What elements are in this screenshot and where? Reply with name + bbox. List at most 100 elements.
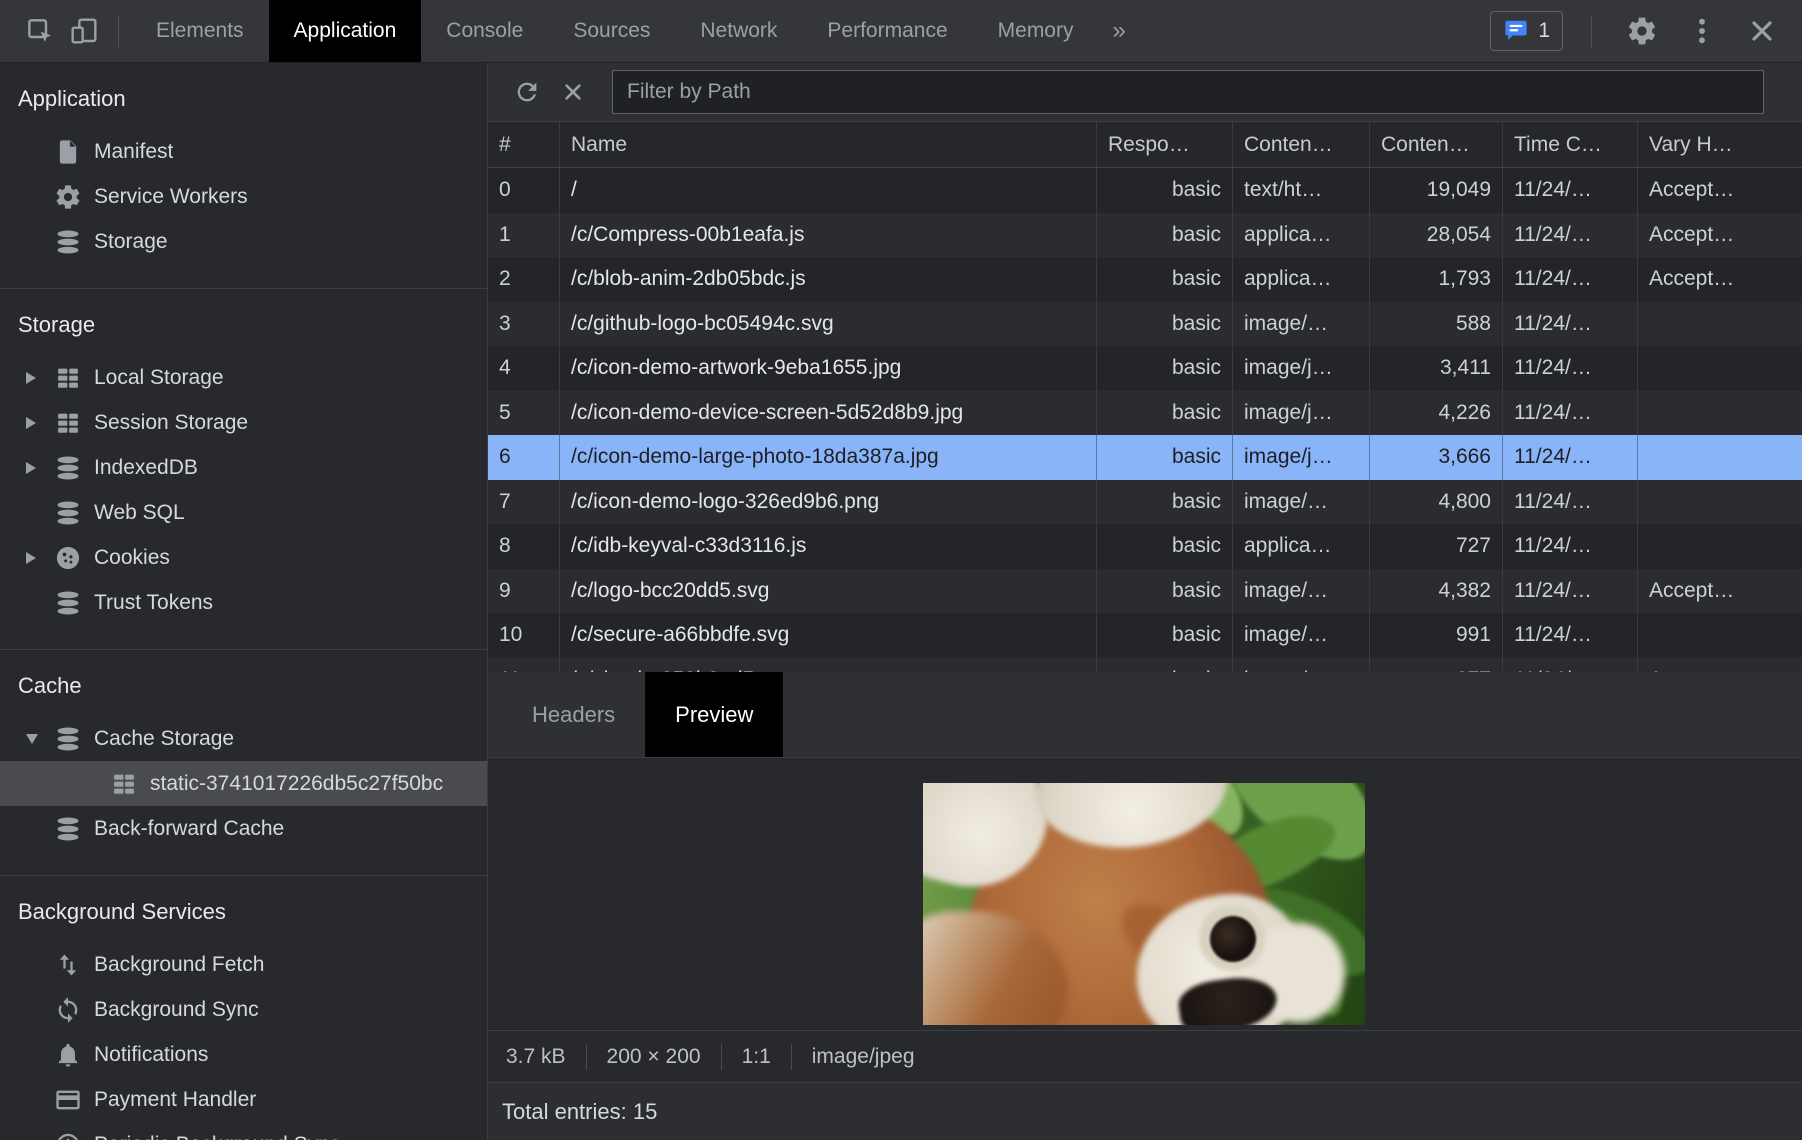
section-title: Cache	[0, 664, 487, 708]
table-row[interactable]: 6/c/icon-demo-large-photo-18da387a.jpgba…	[488, 435, 1802, 480]
sidebar-item[interactable]: Background Sync	[0, 987, 487, 1032]
column-header[interactable]: Time C…	[1503, 122, 1638, 167]
sidebar-item[interactable]: IndexedDB	[0, 445, 487, 490]
tab-preview[interactable]: Preview	[645, 672, 783, 757]
refresh-button[interactable]	[504, 69, 550, 115]
sidebar-item[interactable]: Trust Tokens	[0, 580, 487, 625]
table-cell: /c/icon-demo-logo-326ed9b6.png	[560, 480, 1097, 525]
table-cell: 11/24/…	[1503, 569, 1638, 614]
table-cell: basic	[1097, 257, 1233, 302]
chevron-collapsed-icon[interactable]	[26, 462, 54, 474]
filter-input[interactable]	[612, 70, 1764, 114]
table-cell: 1,793	[1370, 257, 1503, 302]
inspect-element-icon[interactable]	[18, 0, 62, 62]
chevron-collapsed-icon[interactable]	[26, 552, 54, 564]
sidebar-item[interactable]: Back-forward Cache	[0, 806, 487, 851]
meta-divider	[791, 1044, 792, 1070]
table-row[interactable]: 7/c/icon-demo-logo-326ed9b6.pngbasicimag…	[488, 480, 1802, 525]
device-toolbar-icon[interactable]	[62, 0, 106, 62]
table-cell: /	[560, 168, 1097, 213]
database-icon	[54, 815, 94, 843]
toolbar-left: ElementsApplicationConsoleSourcesNetwork…	[0, 0, 1140, 62]
tab-memory[interactable]: Memory	[973, 0, 1099, 62]
column-header[interactable]: Respo…	[1097, 122, 1233, 167]
table-cell: Accept…	[1638, 658, 1802, 673]
sidebar-item[interactable]: Cache Storage	[0, 716, 487, 761]
table-cell: basic	[1097, 302, 1233, 347]
sidebar-item[interactable]: Notifications	[0, 1032, 487, 1077]
table-row[interactable]: 0/basictext/ht…19,04911/24/…Accept…	[488, 168, 1802, 213]
table-cell	[1638, 391, 1802, 436]
sidebar-section: StorageLocal StorageSession StorageIndex…	[0, 289, 487, 650]
sidebar-item[interactable]: Manifest	[0, 129, 487, 174]
sidebar-item[interactable]: static-3741017226db5c27f50bc	[0, 761, 487, 806]
table-cell: image/…	[1233, 658, 1370, 673]
sidebar-item[interactable]: Local Storage	[0, 355, 487, 400]
toolbar-divider	[1591, 15, 1592, 47]
table-cell: /c/simple-253b2ad5.svg	[560, 658, 1097, 673]
more-options-icon[interactable]	[1680, 15, 1724, 47]
section-title: Application	[0, 77, 487, 121]
column-header[interactable]: #	[488, 122, 560, 167]
image-dimensions: 200 × 200	[607, 1045, 701, 1069]
table-row[interactable]: 4/c/icon-demo-artwork-9eba1655.jpgbasici…	[488, 346, 1802, 391]
table-row[interactable]: 10/c/secure-a66bbdfe.svgbasicimage/…9911…	[488, 613, 1802, 658]
chevron-expanded-icon[interactable]	[26, 734, 54, 744]
sidebar-item-label: Storage	[94, 230, 168, 254]
devtools-window: ElementsApplicationConsoleSourcesNetwork…	[0, 0, 1802, 1140]
column-header[interactable]: Vary H…	[1638, 122, 1802, 167]
issues-button[interactable]: 1	[1490, 11, 1563, 51]
table-cell: basic	[1097, 524, 1233, 569]
sidebar-item[interactable]: Payment Handler	[0, 1077, 487, 1122]
table-cell: applica…	[1233, 524, 1370, 569]
sidebar-item-label: Web SQL	[94, 501, 185, 525]
sidebar-item[interactable]: Web SQL	[0, 490, 487, 535]
table-cell: 11/24/…	[1503, 658, 1638, 673]
table-row[interactable]: 2/c/blob-anim-2db05bdc.jsbasicapplica…1,…	[488, 257, 1802, 302]
chevron-collapsed-icon[interactable]	[26, 372, 54, 384]
table-row[interactable]: 1/c/Compress-00b1eafa.jsbasicapplica…28,…	[488, 213, 1802, 258]
more-tabs-button[interactable]: »	[1098, 0, 1139, 62]
table-row[interactable]: 9/c/logo-bcc20dd5.svgbasicimage/…4,38211…	[488, 569, 1802, 614]
sidebar-item[interactable]: Session Storage	[0, 400, 487, 445]
table-cell: 4,226	[1370, 391, 1503, 436]
column-header[interactable]: Name	[560, 122, 1097, 167]
table-row[interactable]: 3/c/github-logo-bc05494c.svgbasicimage/……	[488, 302, 1802, 347]
table-cell: image/j…	[1233, 435, 1370, 480]
tab-application[interactable]: Application	[269, 0, 422, 62]
tab-sources[interactable]: Sources	[548, 0, 675, 62]
sidebar-item-label: IndexedDB	[94, 456, 198, 480]
cache-storage-view: #NameRespo…Conten…Conten…Time C…Vary H… …	[488, 63, 1802, 1140]
table-row[interactable]: 5/c/icon-demo-device-screen-5d52d8b9.jpg…	[488, 391, 1802, 436]
clear-icon[interactable]	[550, 69, 596, 115]
sidebar-item[interactable]: Background Fetch	[0, 942, 487, 987]
table-cell: 11/24/…	[1503, 480, 1638, 525]
table-cell: 991	[1370, 613, 1503, 658]
sidebar-item-label: Manifest	[94, 140, 173, 164]
table-row[interactable]: 8/c/idb-keyval-c33d3116.jsbasicapplica…7…	[488, 524, 1802, 569]
chat-bubble-icon	[1503, 18, 1529, 44]
sidebar-item[interactable]: Service Workers	[0, 174, 487, 219]
column-header[interactable]: Conten…	[1233, 122, 1370, 167]
image-aspect-ratio: 1:1	[742, 1045, 771, 1069]
settings-gear-icon[interactable]	[1620, 15, 1664, 47]
sidebar-item-label: Background Fetch	[94, 953, 264, 977]
card-icon	[54, 1086, 94, 1114]
panel-body: Application Manifest Service Workers Storag…	[0, 63, 1802, 1140]
tab-elements[interactable]: Elements	[131, 0, 269, 62]
table-row[interactable]: 11/c/simple-253b2ad5.svgbasicimage/…3771…	[488, 658, 1802, 673]
close-devtools-icon[interactable]	[1740, 15, 1784, 47]
column-header[interactable]: Conten…	[1370, 122, 1503, 167]
table-cell: 0	[488, 168, 560, 213]
sidebar-item[interactable]: Storage	[0, 219, 487, 264]
sidebar-item[interactable]: Cookies	[0, 535, 487, 580]
tab-performance[interactable]: Performance	[802, 0, 972, 62]
table-cell: 5	[488, 391, 560, 436]
tab-headers[interactable]: Headers	[502, 672, 645, 757]
sync-icon	[54, 996, 94, 1024]
tab-console[interactable]: Console	[421, 0, 548, 62]
chevron-collapsed-icon[interactable]	[26, 417, 54, 429]
sidebar-item[interactable]: Periodic Background Sync	[0, 1122, 487, 1140]
table-cell: applica…	[1233, 213, 1370, 258]
tab-network[interactable]: Network	[675, 0, 802, 62]
